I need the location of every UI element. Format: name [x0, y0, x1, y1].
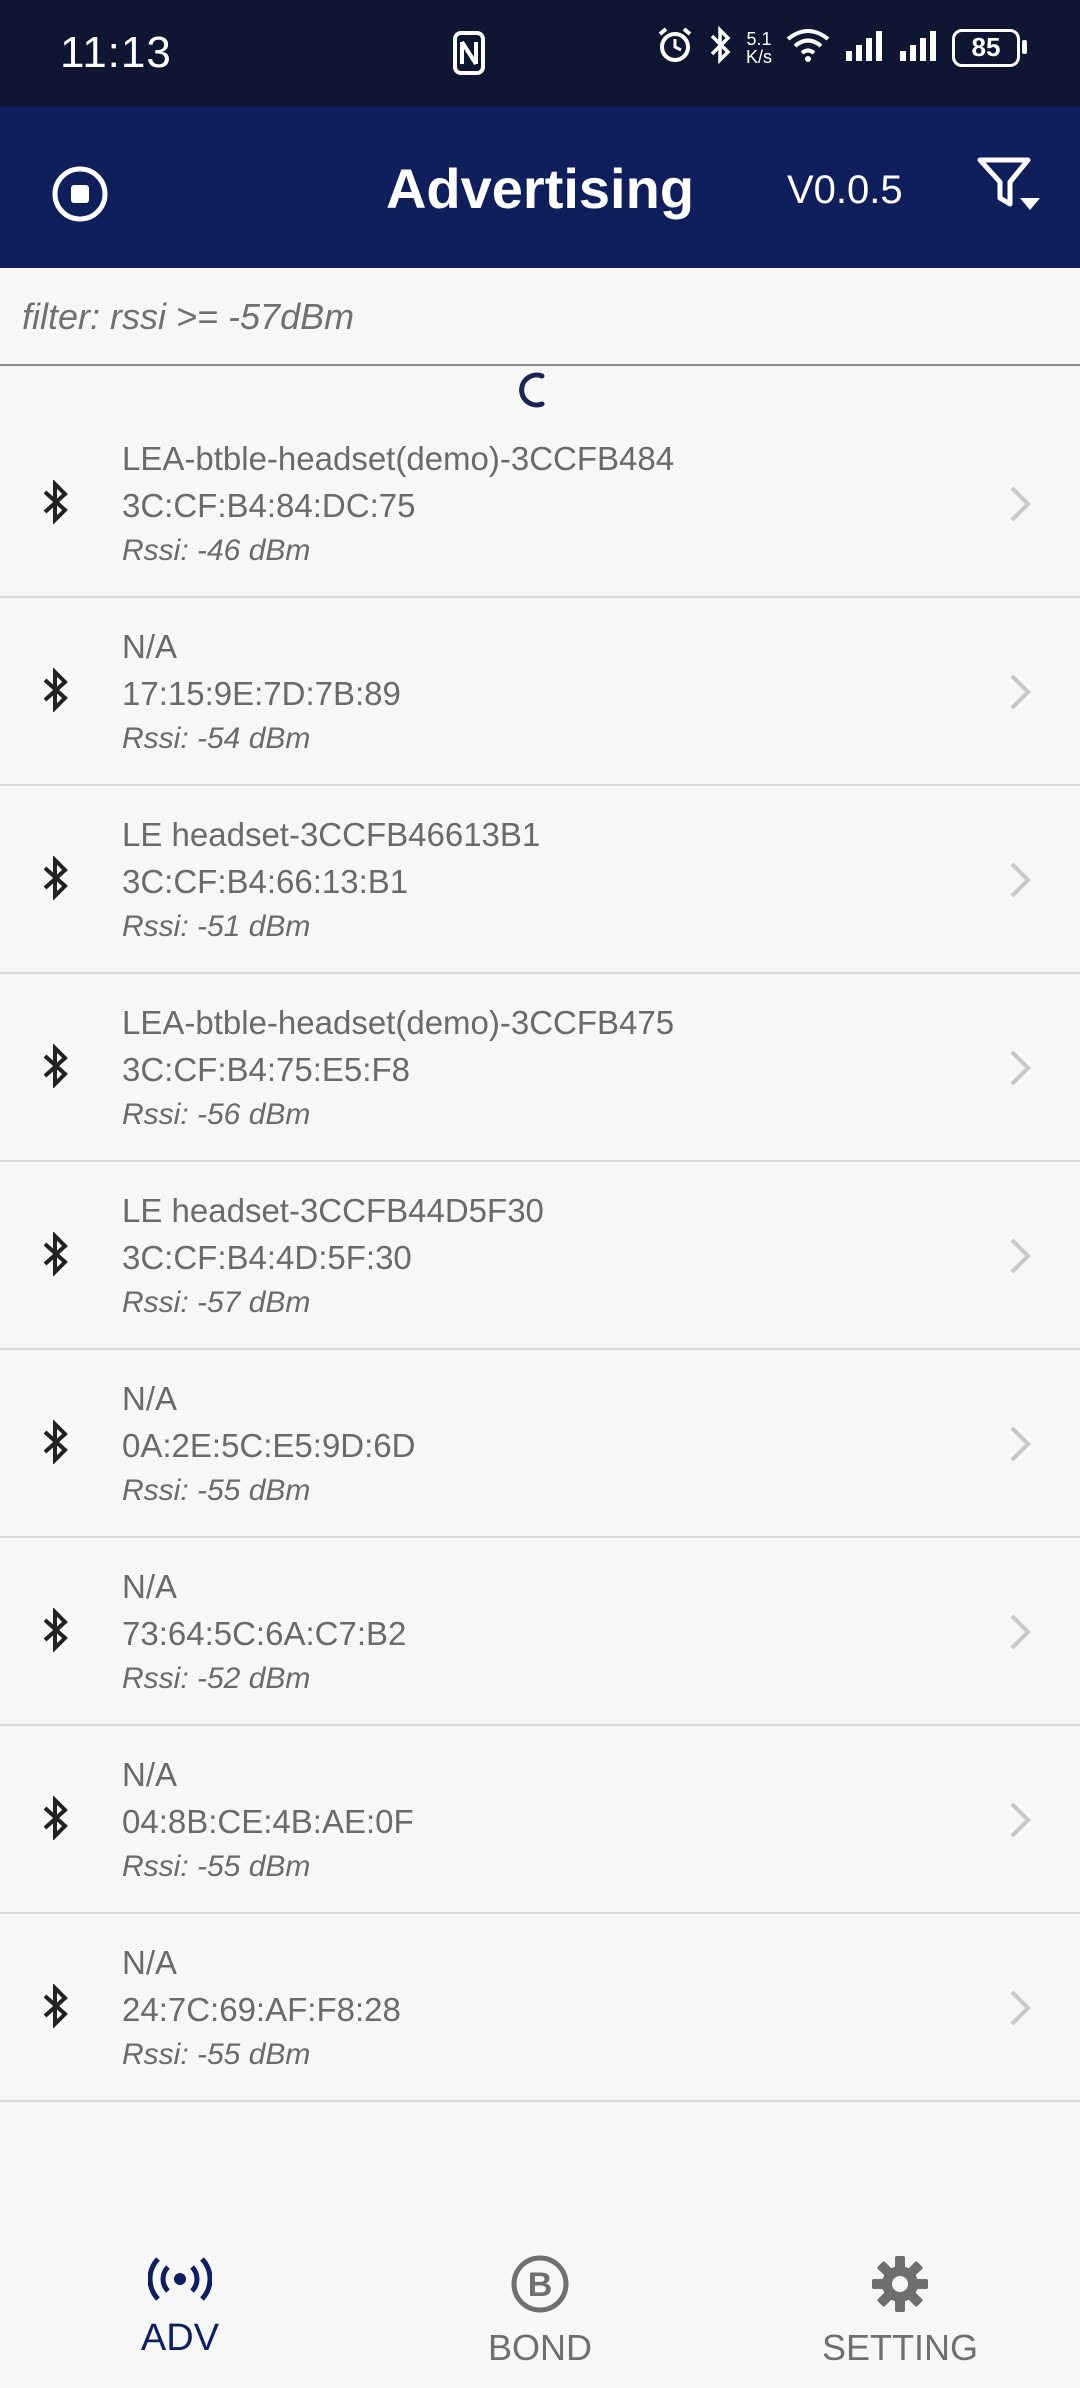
tab-bond-label: BOND: [487, 2327, 592, 2368]
status-time: 11:13: [60, 28, 172, 77]
svg-text:B: B: [528, 2266, 553, 2304]
chevron-right-icon: [1006, 670, 1034, 719]
bluetooth-icon: [40, 667, 70, 717]
tab-bond[interactable]: B BOND: [420, 2254, 660, 2369]
bluetooth-icon: [40, 1419, 70, 1469]
bottom-nav: ADV B BOND SETTING: [0, 2228, 1080, 2388]
version-label: V0.0.5: [787, 168, 903, 212]
device-name: LEA-btble-headset(demo)-3CCFB475: [122, 1004, 675, 1041]
chevron-right-icon: [1006, 858, 1034, 907]
device-mac: 3C:CF:B4:66:13:B1: [122, 863, 409, 900]
chevron-right-icon: [1006, 482, 1034, 531]
list-item[interactable]: N/A 24:7C:69:AF:F8:28 Rssi: -55 dBm: [0, 1914, 1080, 2102]
app-bar: Advertising V0.0.5: [0, 106, 1080, 268]
list-item[interactable]: N/A 0A:2E:5C:E5:9D:6D Rssi: -55 dBm: [0, 1350, 1080, 1538]
status-bar: 11:13 5.1 K/s 85: [0, 0, 1080, 106]
tab-setting-label: SETTING: [821, 2327, 978, 2368]
device-list: LEA-btble-headset(demo)-3CCFB484 3C:CF:B…: [0, 410, 1080, 2102]
device-rssi: Rssi: -55 dBm: [122, 2038, 311, 2071]
nfc-icon: [452, 30, 486, 81]
list-item[interactable]: LEA-btble-headset(demo)-3CCFB484 3C:CF:B…: [0, 410, 1080, 598]
device-mac: 04:8B:CE:4B:AE:0F: [122, 1803, 414, 1840]
tab-adv[interactable]: ADV: [60, 2254, 300, 2360]
device-name: LE headset-3CCFB46613B1: [122, 816, 541, 853]
device-rssi: Rssi: -55 dBm: [122, 1474, 311, 1507]
bluetooth-icon: [40, 1607, 70, 1657]
chevron-right-icon: [1006, 1798, 1034, 1847]
device-mac: 3C:CF:B4:84:DC:75: [122, 487, 416, 524]
list-item[interactable]: N/A 17:15:9E:7D:7B:89 Rssi: -54 dBm: [0, 598, 1080, 786]
network-speed: 5.1 K/s: [745, 28, 772, 67]
chevron-right-icon: [1006, 1234, 1034, 1283]
tab-setting[interactable]: SETTING: [780, 2254, 1020, 2369]
device-mac: 73:64:5C:6A:C7:B2: [122, 1615, 407, 1652]
bluetooth-icon: [40, 855, 70, 905]
device-name: N/A: [122, 1568, 178, 1605]
device-rssi: Rssi: -56 dBm: [122, 1098, 311, 1131]
device-rssi: Rssi: -46 dBm: [122, 534, 311, 567]
device-rssi: Rssi: -54 dBm: [122, 722, 311, 755]
device-rssi: Rssi: -51 dBm: [122, 910, 311, 943]
device-name: N/A: [122, 1944, 178, 1981]
signal-icon-2: [898, 29, 938, 66]
filter-text: filter: rssi >= -57dBm: [22, 296, 355, 337]
list-item[interactable]: LEA-btble-headset(demo)-3CCFB475 3C:CF:B…: [0, 974, 1080, 1162]
device-name: N/A: [122, 628, 178, 665]
list-item[interactable]: N/A 04:8B:CE:4B:AE:0F Rssi: -55 dBm: [0, 1726, 1080, 1914]
device-name: LE headset-3CCFB44D5F30: [122, 1192, 544, 1229]
bond-icon: B: [510, 2255, 570, 2318]
device-mac: 0A:2E:5C:E5:9D:6D: [122, 1427, 416, 1464]
device-rssi: Rssi: -52 dBm: [122, 1662, 311, 1695]
filter-bar[interactable]: filter: rssi >= -57dBm: [0, 268, 1080, 366]
chevron-right-icon: [1006, 1610, 1034, 1659]
wifi-icon: [786, 27, 830, 68]
bluetooth-icon: [40, 1795, 70, 1845]
bluetooth-icon: [40, 1043, 70, 1093]
device-rssi: Rssi: -55 dBm: [122, 1850, 311, 1883]
page-title: Advertising: [385, 157, 695, 220]
device-name: LEA-btble-headset(demo)-3CCFB484: [122, 440, 675, 477]
bluetooth-icon: [40, 1983, 70, 2033]
device-rssi: Rssi: -57 dBm: [122, 1286, 311, 1319]
device-mac: 17:15:9E:7D:7B:89: [122, 675, 401, 712]
tab-adv-label: ADV: [140, 2317, 220, 2359]
device-mac: 3C:CF:B4:4D:5F:30: [122, 1239, 412, 1276]
loading-spinner-icon: [516, 370, 556, 415]
bluetooth-status-icon: [708, 25, 732, 69]
chevron-right-icon: [1006, 1046, 1034, 1095]
filter-icon[interactable]: [976, 154, 1046, 225]
chevron-right-icon: [1006, 1986, 1034, 2035]
gear-icon: [870, 2256, 930, 2318]
list-item[interactable]: LE headset-3CCFB46613B1 3C:CF:B4:66:13:B…: [0, 786, 1080, 974]
bluetooth-icon: [40, 1231, 70, 1281]
signal-icon-1: [844, 29, 884, 66]
list-item[interactable]: LE headset-3CCFB44D5F30 3C:CF:B4:4D:5F:3…: [0, 1162, 1080, 1350]
alarm-icon: [656, 26, 694, 69]
list-item[interactable]: N/A 73:64:5C:6A:C7:B2 Rssi: -52 dBm: [0, 1538, 1080, 1726]
device-mac: 24:7C:69:AF:F8:28: [122, 1991, 401, 2028]
device-mac: 3C:CF:B4:75:E5:F8: [122, 1051, 410, 1088]
device-name: N/A: [122, 1756, 178, 1793]
bluetooth-icon: [40, 479, 70, 529]
broadcast-icon: [147, 2257, 213, 2308]
device-name: N/A: [122, 1380, 178, 1417]
battery-indicator: 85: [952, 28, 1027, 67]
chevron-right-icon: [1006, 1422, 1034, 1471]
